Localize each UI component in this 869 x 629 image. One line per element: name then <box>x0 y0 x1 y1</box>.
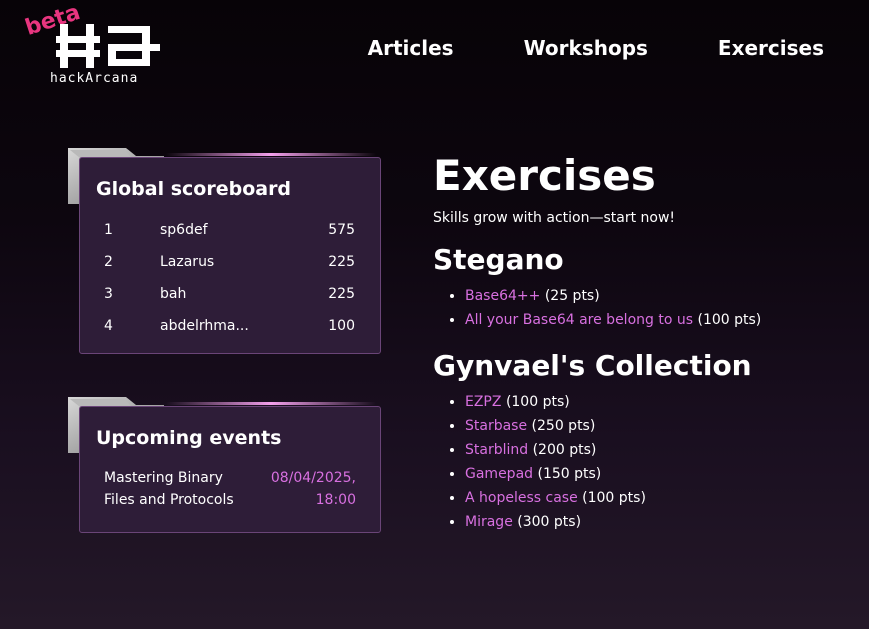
section-title-stegano: Stegano <box>433 243 564 276</box>
exercise-points: (200 pts) <box>532 442 597 458</box>
scoreboard-card: Global scoreboard 1 sp6def 575 2 Lazarus… <box>79 157 381 354</box>
event-date: 08/04/2025, 18:00 <box>270 470 356 508</box>
exercise-list-gynvael: EZPZ (100 pts) Starbase (250 pts) Starbl… <box>433 390 853 534</box>
exercise-points: (250 pts) <box>531 418 596 434</box>
list-item: Mirage (300 pts) <box>465 510 853 534</box>
table-row: 2 Lazarus 225 <box>80 246 380 278</box>
events-title: Upcoming events <box>96 427 282 449</box>
exercise-link[interactable]: A hopeless case <box>465 490 578 506</box>
list-item: EZPZ (100 pts) <box>465 390 853 414</box>
page: beta hackArcana Articles Workshops Exerc… <box>0 0 869 629</box>
exercise-points: (300 pts) <box>517 514 582 530</box>
card-glow <box>166 402 376 405</box>
table-row: 1 sp6def 575 <box>80 214 380 246</box>
points-cell: 100 <box>328 318 355 334</box>
nav-articles[interactable]: Articles <box>368 36 454 60</box>
section-title-gynvael: Gynvael's Collection <box>433 349 752 382</box>
table-row: 4 abdelrhma... 100 <box>80 310 380 342</box>
rank-cell: 3 <box>104 286 113 302</box>
event-item[interactable]: Mastering Binary Files and Protocols 08/… <box>104 467 356 511</box>
nav-exercises[interactable]: Exercises <box>718 36 824 60</box>
logo[interactable]: beta hackArcana <box>22 0 170 88</box>
nav-workshops[interactable]: Workshops <box>524 36 648 60</box>
exercise-points: (100 pts) <box>505 394 570 410</box>
exercise-link[interactable]: All your Base64 are belong to us <box>465 312 693 328</box>
points-cell: 575 <box>328 222 355 238</box>
rank-cell: 1 <box>104 222 113 238</box>
list-item: Starblind (200 pts) <box>465 438 853 462</box>
player-name-cell: bah <box>160 286 187 302</box>
main-content: Exercises Skills grow with action—start … <box>433 150 853 534</box>
exercise-points: (25 pts) <box>544 288 600 304</box>
exercise-list-stegano: Base64++ (25 pts) All your Base64 are be… <box>433 284 853 332</box>
list-item: Base64++ (25 pts) <box>465 284 853 308</box>
scoreboard-table: 1 sp6def 575 2 Lazarus 225 3 bah 225 4 a… <box>80 214 380 342</box>
exercise-link[interactable]: Gamepad <box>465 466 533 482</box>
points-cell: 225 <box>328 254 355 270</box>
player-name-cell: sp6def <box>160 222 208 238</box>
scoreboard-title: Global scoreboard <box>96 178 292 200</box>
rank-cell: 4 <box>104 318 113 334</box>
page-title: Exercises <box>433 151 656 200</box>
list-item: Starbase (250 pts) <box>465 414 853 438</box>
exercise-link[interactable]: Starblind <box>465 442 528 458</box>
exercise-link[interactable]: EZPZ <box>465 394 501 410</box>
page-subtitle: Skills grow with action—start now! <box>433 210 676 226</box>
list-item: Gamepad (150 pts) <box>465 462 853 486</box>
event-name: Mastering Binary Files and Protocols <box>104 470 234 508</box>
card-glow <box>166 153 376 156</box>
main-nav: Articles Workshops Exercises <box>368 36 824 60</box>
table-row: 3 bah 225 <box>80 278 380 310</box>
rank-cell: 2 <box>104 254 113 270</box>
exercise-points: (150 pts) <box>537 466 602 482</box>
exercise-link[interactable]: Base64++ <box>465 288 540 304</box>
points-cell: 225 <box>328 286 355 302</box>
logo-text: hackArcana <box>50 71 139 86</box>
list-item: All your Base64 are belong to us (100 pt… <box>465 308 853 332</box>
exercise-points: (100 pts) <box>582 490 646 506</box>
exercise-link[interactable]: Mirage <box>465 514 513 530</box>
logo-mark-icon <box>56 24 160 68</box>
list-item: A hopeless case (100 pts) <box>465 486 853 510</box>
exercise-link[interactable]: Starbase <box>465 418 527 434</box>
events-card: Upcoming events Mastering Binary Files a… <box>79 406 381 533</box>
player-name-cell: Lazarus <box>160 254 215 270</box>
exercise-points: (100 pts) <box>697 312 762 328</box>
player-name-cell: abdelrhma... <box>160 318 249 334</box>
